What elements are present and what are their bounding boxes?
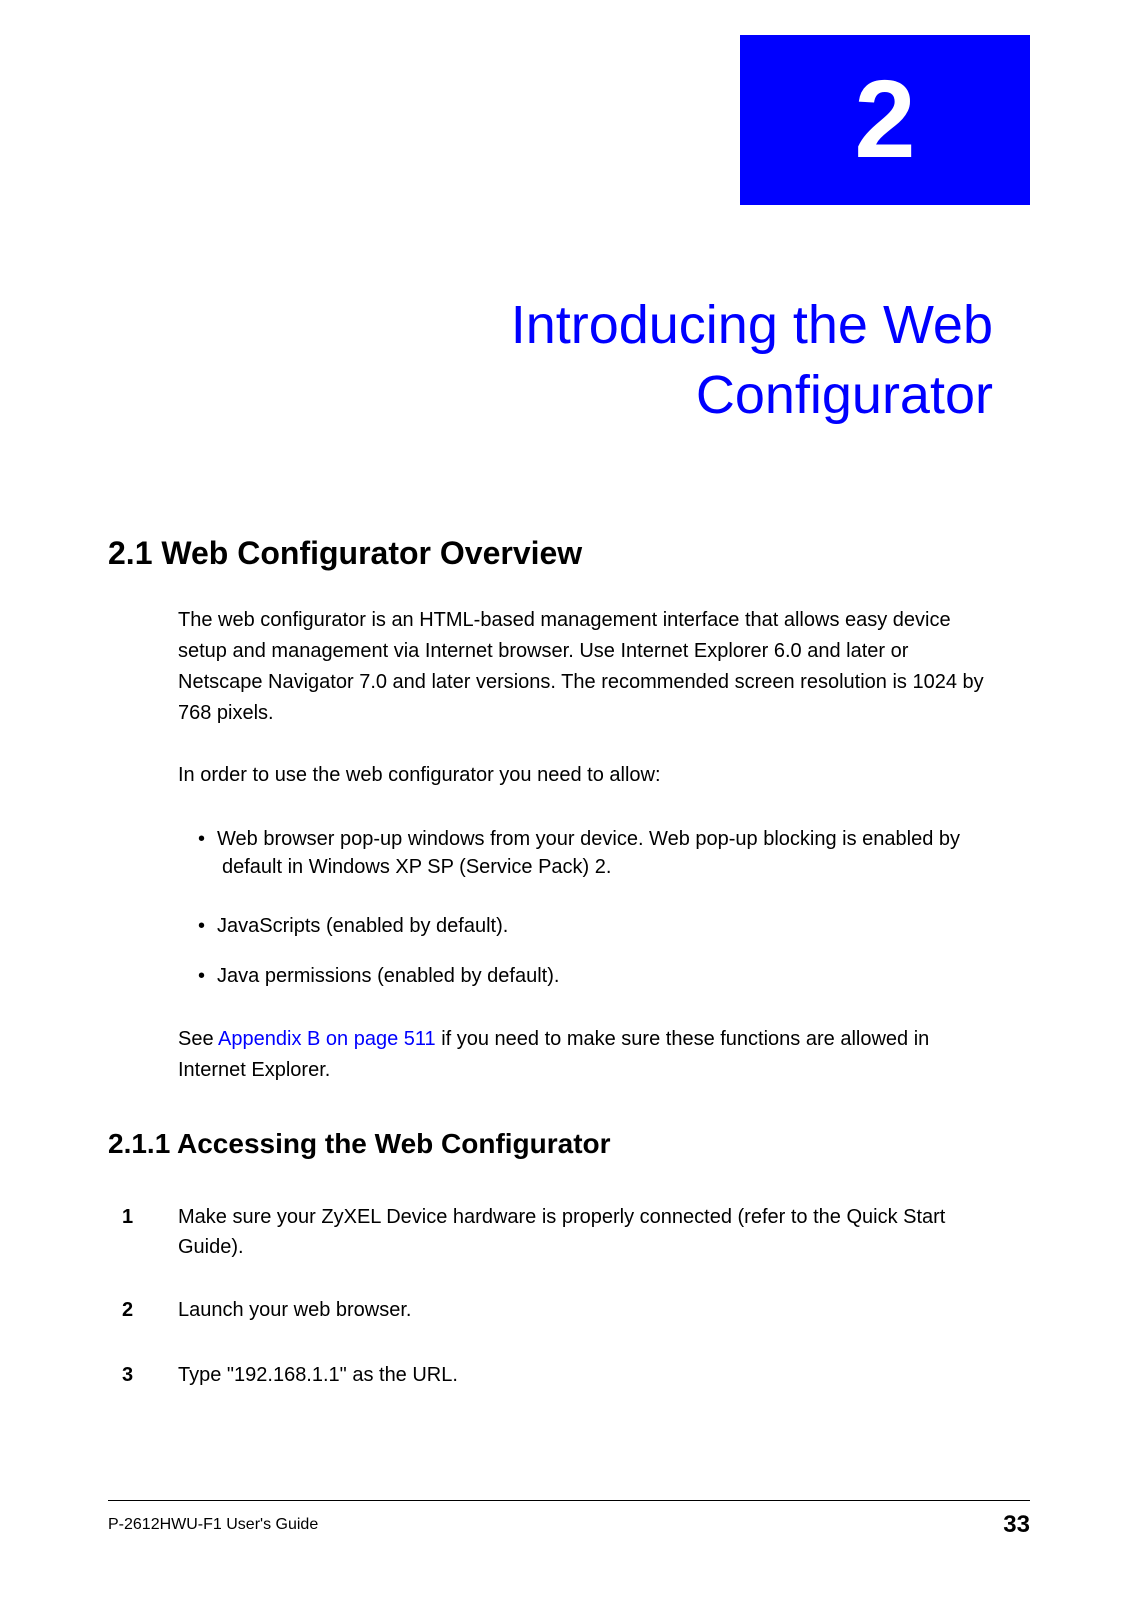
appendix-link[interactable]: Appendix B on page 511 [218,1028,436,1050]
step-number-1: 1 [150,1202,178,1232]
step-text-3: Type "192.168.1.1" as the URL. [178,1364,458,1386]
step-item-2: 2Launch your web browser. [150,1295,993,1325]
bullet-item-2: • JavaScripts (enabled by default). [198,912,993,940]
bullet-dot-icon: • [198,915,205,937]
footer-page-number: 33 [1003,1511,1030,1539]
bullet-dot-icon: • [198,828,205,850]
chapter-title: Introducing the Web Configurator [273,290,993,430]
step-item-3: 3Type "192.168.1.1" as the URL. [150,1360,993,1390]
footer-guide-title: P-2612HWU-F1 User's Guide [108,1516,318,1534]
see-appendix-paragraph: See Appendix B on page 511 if you need t… [178,1024,993,1086]
section-heading-2-1: 2.1 Web Configurator Overview [108,535,582,572]
step-text-1: Make sure your ZyXEL Device hardware is … [178,1206,945,1258]
page-container: 2 Introducing the Web Configurator 2.1 W… [0,0,1128,1597]
bullet-text-2: JavaScripts (enabled by default). [217,915,508,937]
see-prefix: See [178,1028,218,1050]
subsection-heading-2-1-1: 2.1.1 Accessing the Web Configurator [108,1128,611,1160]
bullet-text-1: Web browser pop-up windows from your dev… [217,828,960,878]
bullet-item-3: • Java permissions (enabled by default). [198,962,993,990]
chapter-number: 2 [854,65,915,175]
step-number-3: 3 [150,1360,178,1390]
step-text-2: Launch your web browser. [178,1299,411,1321]
bullet-text-3: Java permissions (enabled by default). [217,965,559,987]
overview-paragraph-1: The web configurator is an HTML-based ma… [178,605,993,729]
overview-paragraph-2: In order to use the web configurator you… [178,760,993,791]
page-footer: P-2612HWU-F1 User's Guide 33 [108,1500,1030,1539]
step-item-1: 1Make sure your ZyXEL Device hardware is… [150,1202,993,1262]
step-number-2: 2 [150,1295,178,1325]
chapter-number-box: 2 [740,35,1030,205]
bullet-dot-icon: • [198,965,205,987]
bullet-item-1: • Web browser pop-up windows from your de… [198,825,993,881]
